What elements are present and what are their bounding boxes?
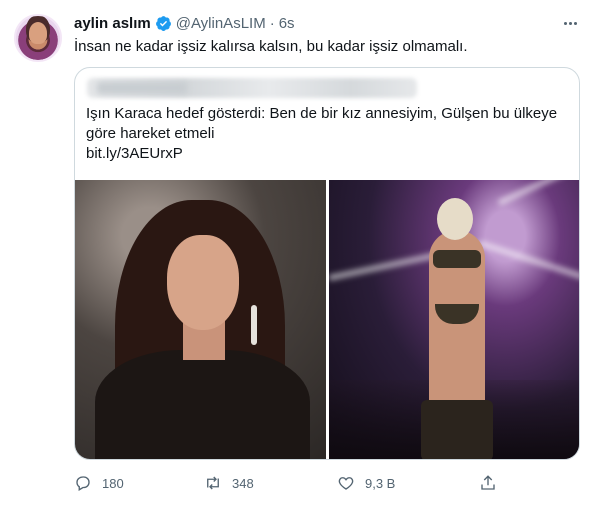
blurred-source-name [97,82,187,94]
quoted-text: Işın Karaca hedef gösterdi: Ben de bir k… [86,105,558,142]
author-handle[interactable]: @AylinAsLIM [176,15,266,32]
reply-icon [76,476,90,491]
like-count: 9,3 B [365,475,396,491]
avatar[interactable] [14,14,62,62]
tweet-text: İnsan ne kadar işsiz kalırsa kalsın, bu … [74,38,468,55]
retweet-count: 348 [232,475,254,491]
like-button[interactable]: 9,3 B [337,472,395,494]
share-icon [481,475,495,490]
reply-count: 180 [102,475,124,491]
author-name[interactable]: aylin aslım [74,15,151,32]
quoted-link[interactable]: bit.ly/3AEUrxP [86,144,183,164]
photo-performer-right[interactable] [329,180,579,459]
tweet-time[interactable]: 6s [279,15,295,32]
verified-badge-icon [155,15,171,31]
more-icon[interactable] [560,13,580,33]
separator-dot: · [269,14,275,32]
tweet-actions: 180 348 9,3 B [74,472,495,494]
photo-singer-left[interactable] [75,180,326,459]
reply-button[interactable]: 180 [74,472,124,494]
retweet-button[interactable]: 348 [204,472,254,494]
retweet-icon [207,476,219,490]
tweet-header: aylin aslım @AylinAsLIM · 6s [74,13,295,33]
share-button[interactable] [479,472,507,494]
tweet: aylin aslım @AylinAsLIM · 6s İnsan ne ka… [0,0,595,514]
quoted-card[interactable]: Işın Karaca hedef gösterdi: Ben de bir k… [74,67,580,460]
like-icon [338,477,354,490]
